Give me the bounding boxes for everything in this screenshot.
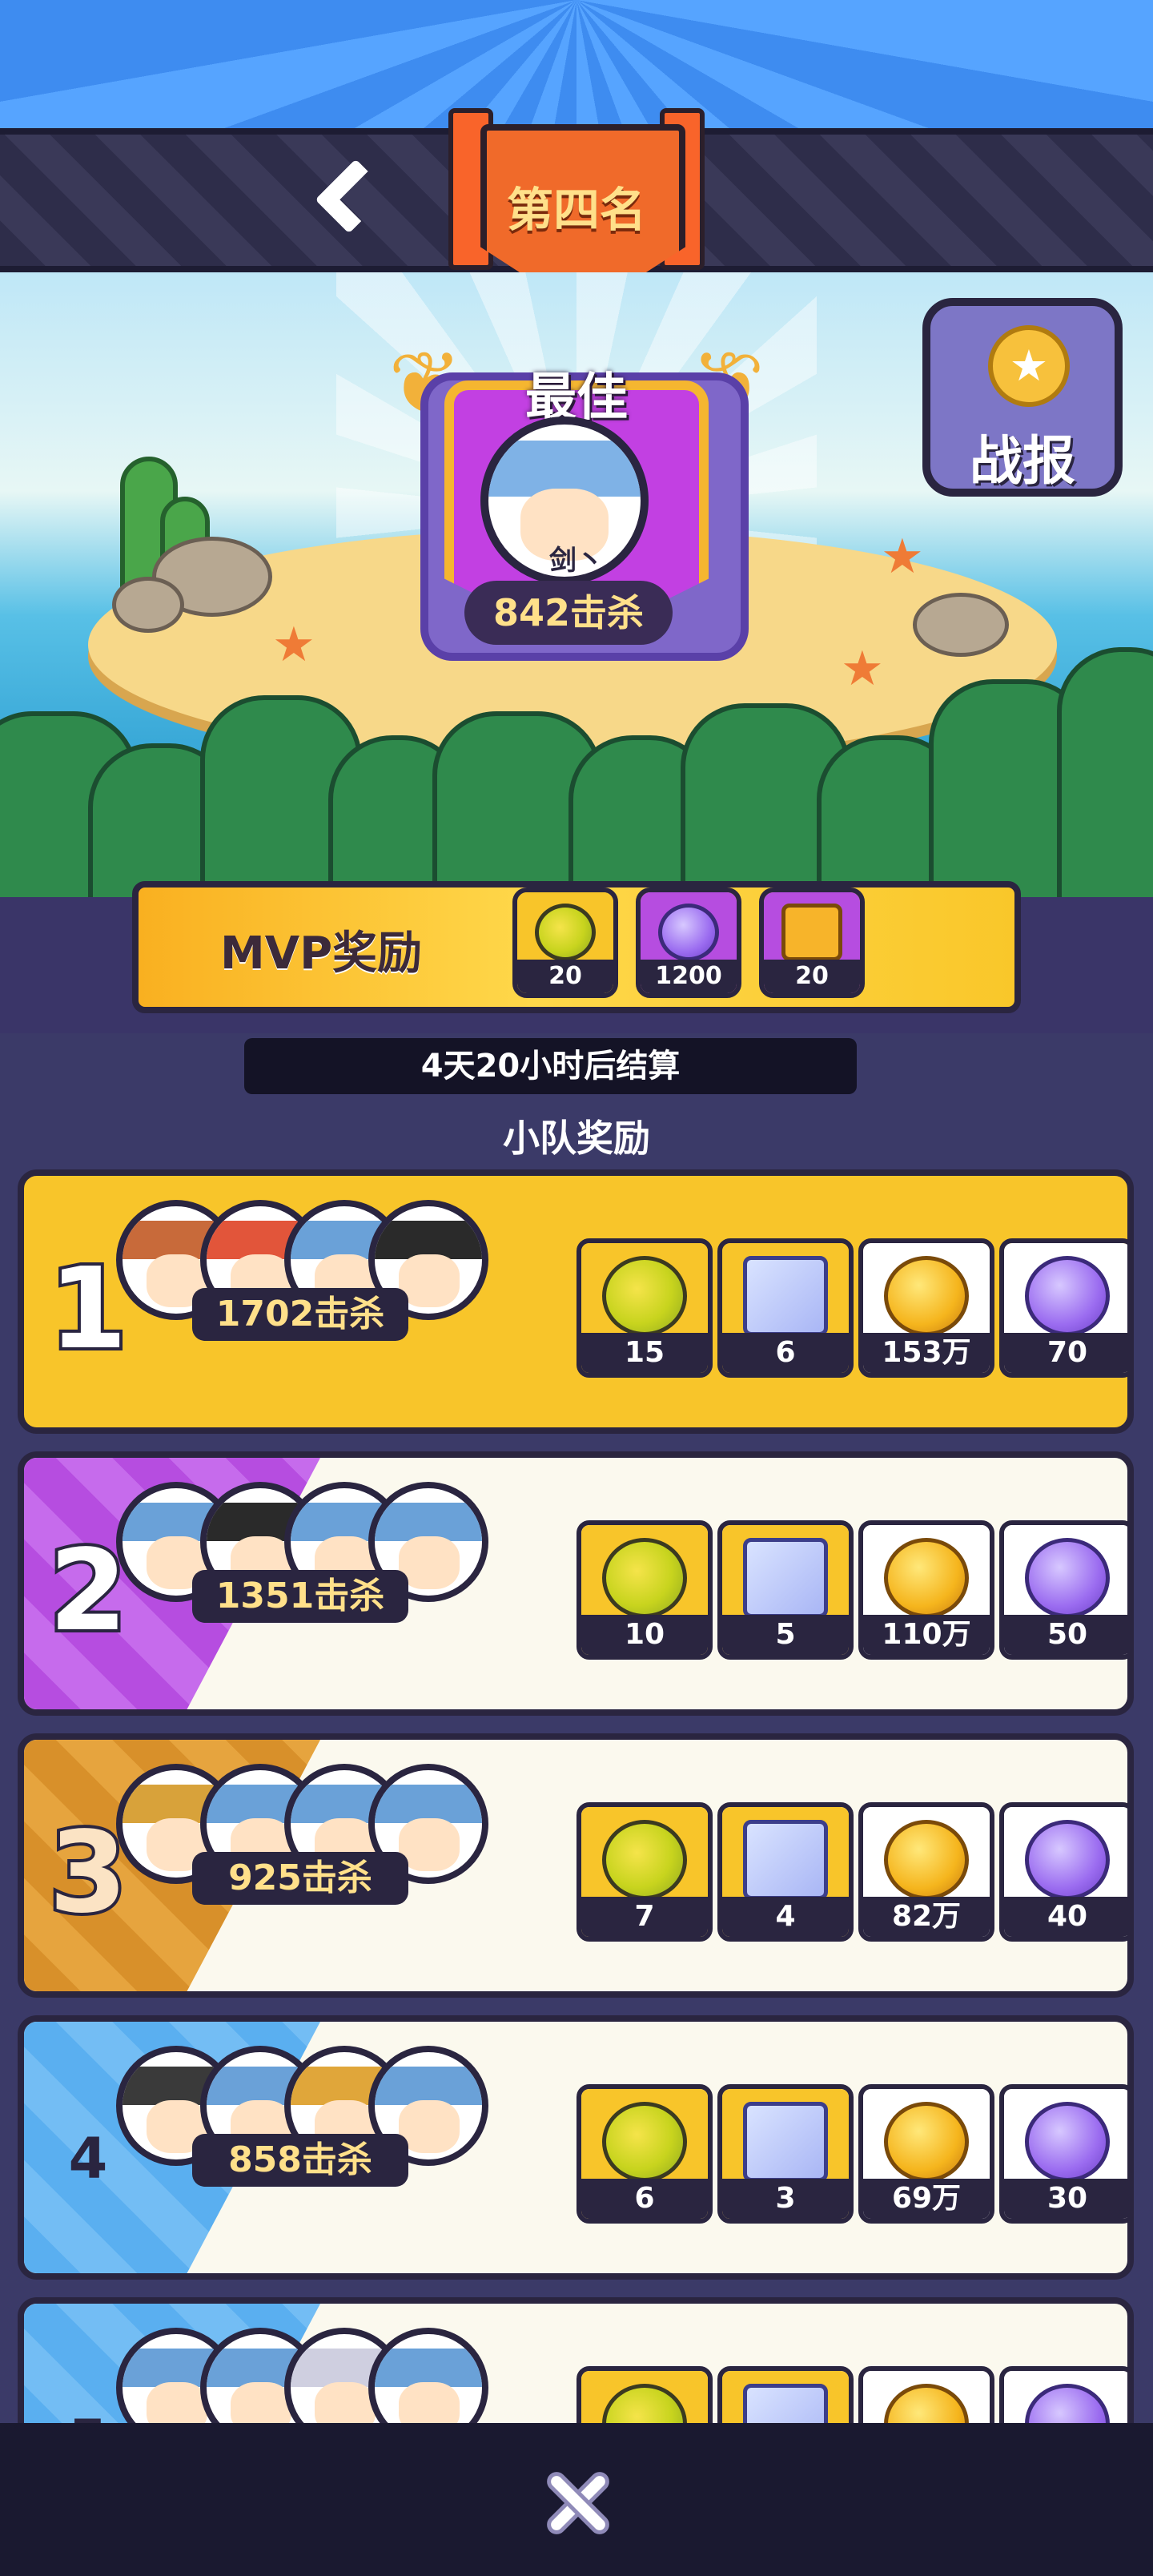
mvp-reward-item[interactable]: 20 bbox=[759, 888, 865, 998]
ticket-icon bbox=[781, 904, 842, 961]
reward-item[interactable]: 30 bbox=[999, 2084, 1127, 2224]
team-row: 3 925击杀 7 4 82万 40 bbox=[18, 1733, 1134, 1998]
mystery-box-icon bbox=[743, 1538, 828, 1618]
orb-icon bbox=[1025, 1538, 1110, 1618]
orb-icon bbox=[1025, 2102, 1110, 2182]
mvp-reward-item[interactable]: 20 bbox=[512, 888, 618, 998]
reward-item[interactable]: 7 bbox=[576, 1802, 713, 1942]
rank-number: 4 bbox=[68, 2126, 108, 2192]
team-row: 4 858击杀 6 3 69万 30 bbox=[18, 2015, 1134, 2280]
battle-report-button[interactable]: ★ 战报 bbox=[922, 298, 1123, 497]
reward-item[interactable]: 6 bbox=[717, 1238, 854, 1378]
settle-time-banner: 4天20小时后结算 bbox=[244, 1038, 857, 1094]
rock-icon bbox=[112, 577, 184, 633]
reward-item[interactable]: 4 bbox=[717, 1802, 854, 1942]
player-name: 剑丶 bbox=[549, 545, 604, 577]
coin-icon bbox=[884, 1538, 969, 1618]
mystery-box-icon bbox=[743, 1256, 828, 1336]
team-kill-count: 925击杀 bbox=[192, 1852, 408, 1905]
coin-icon bbox=[884, 2102, 969, 2182]
close-button[interactable] bbox=[536, 2463, 617, 2543]
reward-item[interactable]: 6 bbox=[576, 2084, 713, 2224]
team-kill-count: 858击杀 bbox=[192, 2134, 408, 2187]
fruit-icon bbox=[602, 1820, 687, 1900]
reward-item[interactable]: 3 bbox=[717, 2084, 854, 2224]
mvp-reward-item[interactable]: 1200 bbox=[636, 888, 741, 998]
rank-label: 第四名 bbox=[506, 183, 646, 237]
reward-item[interactable]: 40 bbox=[999, 1802, 1127, 1942]
orb-icon bbox=[1025, 1256, 1110, 1336]
kill-count: 842击杀 bbox=[464, 581, 673, 645]
reward-item[interactable]: 69万 bbox=[858, 2084, 994, 2224]
reward-item[interactable]: 82万 bbox=[858, 1802, 994, 1942]
orb-icon bbox=[658, 904, 719, 961]
team-row: 1 1702击杀 15 6 153万 70 bbox=[18, 1169, 1134, 1434]
fruit-icon bbox=[602, 2102, 687, 2182]
mvp-reward-label: MVP奖励 bbox=[220, 928, 423, 980]
starfish-icon: ★ bbox=[881, 529, 924, 585]
rock-icon bbox=[913, 593, 1009, 657]
team-kill-count: 1351击杀 bbox=[192, 1570, 408, 1623]
reward-item[interactable]: 10 bbox=[576, 1520, 713, 1660]
reward-item[interactable]: 5 bbox=[717, 1520, 854, 1660]
team-kill-count: 1702击杀 bbox=[192, 1288, 408, 1341]
back-button[interactable] bbox=[304, 152, 390, 240]
reward-item[interactable]: 153万 bbox=[858, 1238, 994, 1378]
fruit-icon bbox=[602, 1538, 687, 1618]
starfish-icon: ★ bbox=[272, 617, 315, 673]
fruit-icon bbox=[535, 904, 596, 961]
team-rewards-title: 小队奖励 bbox=[503, 1117, 650, 1160]
starfish-icon: ★ bbox=[841, 641, 884, 697]
orb-icon bbox=[1025, 1820, 1110, 1900]
star-medal-icon: ★ bbox=[988, 325, 1070, 407]
reward-item[interactable]: 50 bbox=[999, 1520, 1127, 1660]
reward-item[interactable]: 70 bbox=[999, 1238, 1127, 1378]
reward-item[interactable]: 15 bbox=[576, 1238, 713, 1378]
battle-report-label: 战报 bbox=[970, 430, 1075, 492]
mystery-box-icon bbox=[743, 2102, 828, 2182]
coin-icon bbox=[884, 1820, 969, 1900]
mystery-box-icon bbox=[743, 1820, 828, 1900]
reward-item[interactable]: 110万 bbox=[858, 1520, 994, 1660]
fruit-icon bbox=[602, 1256, 687, 1336]
coin-icon bbox=[884, 1256, 969, 1336]
team-row: 2 1351击杀 10 5 110万 50 bbox=[18, 1451, 1134, 1716]
